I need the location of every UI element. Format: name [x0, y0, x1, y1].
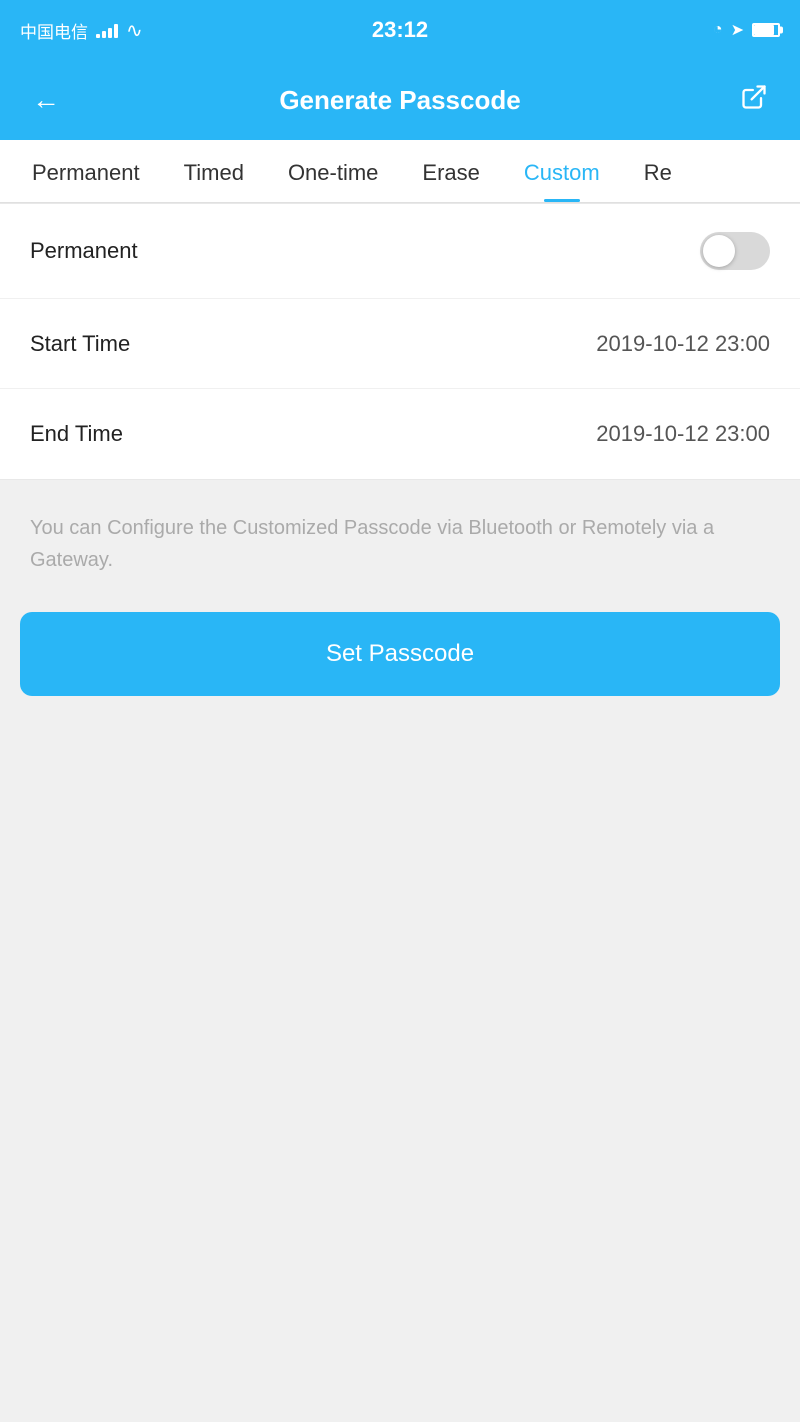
permanent-toggle[interactable]: [700, 232, 770, 270]
header: ← Generate Passcode: [0, 60, 800, 140]
battery-icon: [752, 23, 780, 37]
tab-one-time[interactable]: One-time: [266, 140, 400, 202]
start-time-label: Start Time: [30, 331, 130, 357]
main-content: Permanent Start Time 2019-10-12 23:00 En…: [0, 203, 800, 1403]
end-time-label: End Time: [30, 421, 123, 447]
back-button[interactable]: ←: [24, 76, 68, 124]
status-bar: 中国电信 ∿ 23:12 ◔ ➤: [0, 0, 800, 60]
tab-re[interactable]: Re: [622, 140, 694, 202]
navigation-icon: ➤: [731, 20, 744, 40]
carrier-text: 中国电信: [20, 18, 88, 43]
status-left: 中国电信 ∿: [20, 18, 143, 43]
tab-custom[interactable]: Custom: [502, 140, 622, 202]
tabs-bar: Permanent Timed One-time Erase Custom Re: [0, 140, 800, 203]
tabs-inner: Permanent Timed One-time Erase Custom Re: [0, 140, 704, 202]
share-icon: [740, 90, 768, 117]
start-time-row[interactable]: Start Time 2019-10-12 23:00: [0, 299, 800, 389]
settings-card: Permanent Start Time 2019-10-12 23:00 En…: [0, 203, 800, 480]
tab-timed[interactable]: Timed: [162, 140, 266, 202]
info-text: You can Configure the Customized Passcod…: [0, 480, 800, 600]
end-time-row[interactable]: End Time 2019-10-12 23:00: [0, 389, 800, 479]
share-button[interactable]: [732, 75, 776, 126]
tab-erase[interactable]: Erase: [400, 140, 501, 202]
lock-rotation-icon: ◔: [713, 21, 723, 39]
end-time-value: 2019-10-12 23:00: [596, 421, 770, 447]
toggle-knob: [703, 235, 735, 267]
status-right: ◔ ➤: [713, 20, 780, 40]
tab-permanent[interactable]: Permanent: [10, 140, 162, 202]
permanent-label: Permanent: [30, 238, 138, 264]
permanent-row: Permanent: [0, 204, 800, 299]
status-time: 23:12: [372, 17, 428, 43]
wifi-icon: ∿: [126, 18, 143, 43]
signal-icon: [96, 22, 118, 38]
page-title: Generate Passcode: [279, 85, 520, 116]
start-time-value: 2019-10-12 23:00: [596, 331, 770, 357]
back-icon: ←: [32, 84, 60, 115]
set-passcode-button[interactable]: Set Passcode: [20, 612, 780, 696]
